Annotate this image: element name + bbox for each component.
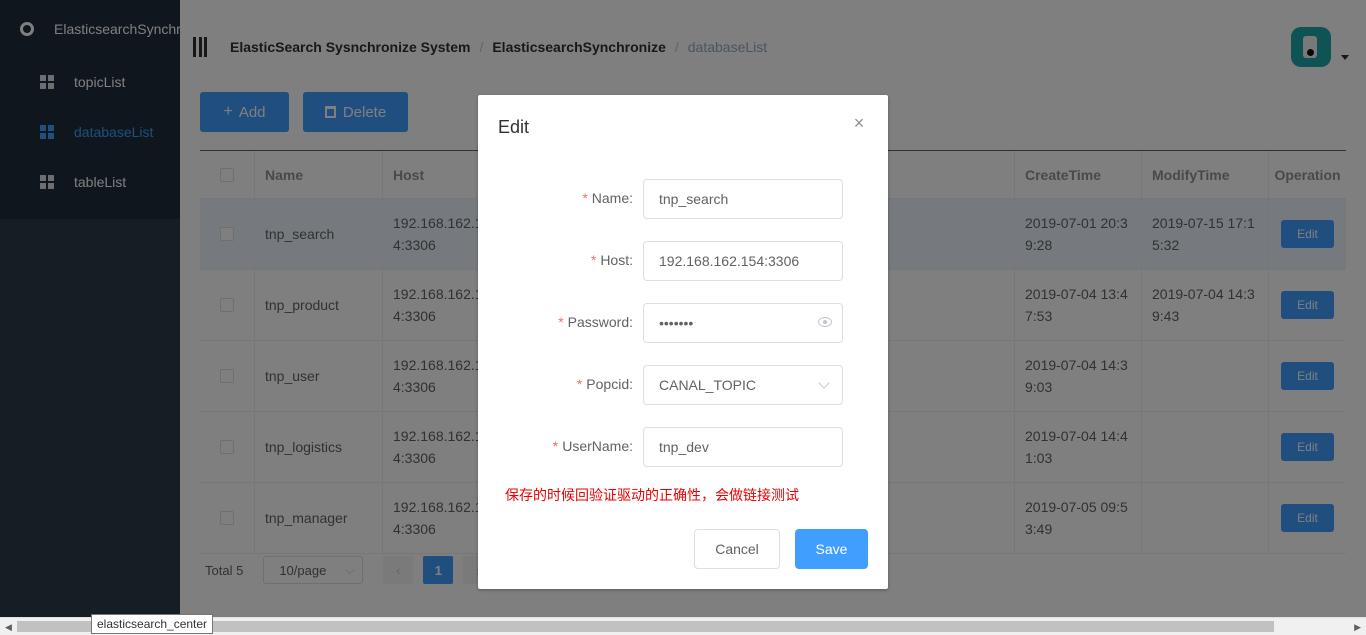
- link-tooltip: elasticsearch_center: [91, 614, 214, 634]
- form-item-username: * UserName:: [478, 427, 888, 467]
- host-input[interactable]: [643, 241, 843, 281]
- popcid-label: Popcid:: [586, 376, 633, 392]
- validation-note: 保存的时候回验证驱动的正确性，会做链接测试: [505, 488, 799, 504]
- dialog-title: Edit: [498, 117, 530, 137]
- name-input[interactable]: [643, 179, 843, 219]
- save-button[interactable]: Save: [795, 529, 868, 569]
- username-input[interactable]: [643, 427, 843, 467]
- form-item-popcid: * Popcid:: [478, 365, 888, 405]
- password-input[interactable]: [643, 303, 843, 343]
- form-item-name: * Name:: [478, 179, 888, 219]
- host-label: Host:: [600, 252, 633, 268]
- scroll-right-icon[interactable]: ▶: [1354, 622, 1361, 633]
- form-item-password: * Password:: [478, 303, 888, 343]
- name-label: Name:: [591, 190, 633, 206]
- scroll-left-icon[interactable]: ◀: [5, 622, 12, 633]
- cancel-button[interactable]: Cancel: [694, 529, 780, 569]
- eye-icon[interactable]: [818, 317, 832, 327]
- close-icon[interactable]: ×: [851, 114, 867, 132]
- password-label: Password:: [567, 314, 633, 330]
- username-label: UserName:: [562, 438, 633, 454]
- form-item-host: * Host:: [478, 241, 888, 281]
- edit-dialog: Edit × *Name: *Host: *Password: *Popcid:…: [478, 95, 888, 589]
- popcid-select[interactable]: [643, 365, 843, 405]
